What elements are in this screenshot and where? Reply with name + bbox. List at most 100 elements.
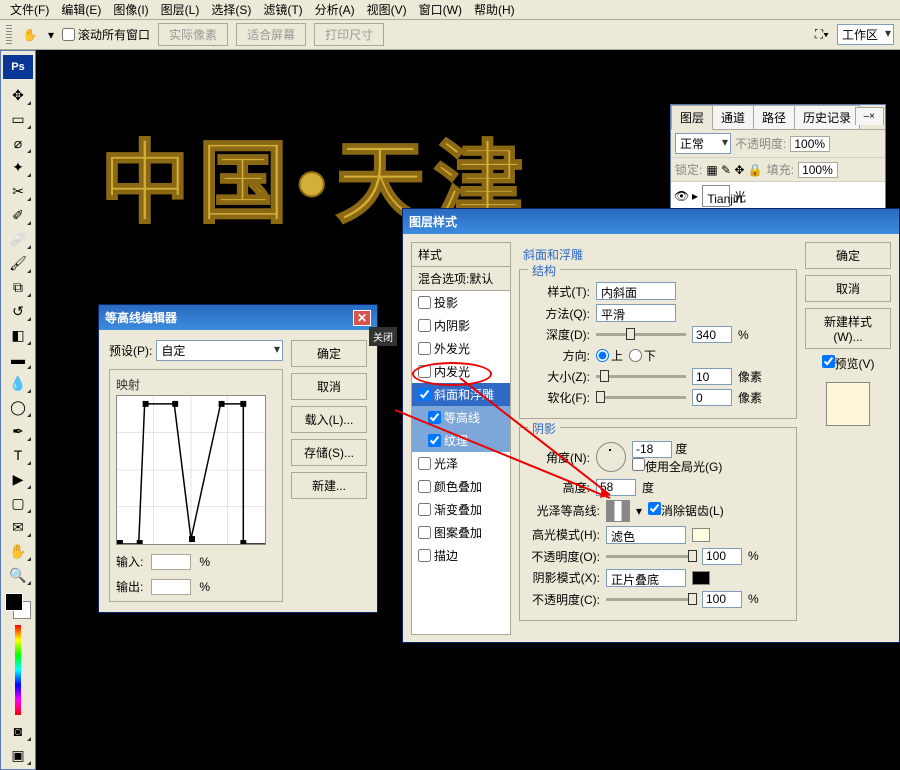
actual-pixels-button[interactable]: 实际像素 — [158, 23, 228, 46]
brush-tool[interactable]: 🖌 — [4, 252, 32, 274]
menu-window[interactable]: 窗口(W) — [413, 0, 468, 20]
lock-icons[interactable]: ▦ ✎ ✥ 🔒 — [706, 163, 762, 177]
soften-input[interactable] — [692, 389, 732, 406]
size-slider[interactable] — [596, 375, 686, 378]
altitude-input[interactable] — [596, 479, 636, 496]
preset-dropdown[interactable]: 自定 — [156, 340, 283, 361]
effect-satin[interactable]: 光泽 — [412, 452, 510, 475]
soften-slider[interactable] — [596, 396, 686, 399]
load-button[interactable]: 载入(L)... — [291, 406, 367, 433]
shape-tool[interactable]: ▢ — [4, 492, 32, 514]
effect-inner-shadow[interactable]: 内阴影 — [412, 314, 510, 337]
crop-tool[interactable]: ✂ — [4, 180, 32, 202]
contour-titlebar[interactable]: 等高线编辑器 ✕ — [99, 305, 377, 330]
history-brush-tool[interactable]: ↺ — [4, 300, 32, 322]
input-value[interactable] — [151, 554, 191, 570]
global-light-checkbox[interactable]: 使用全局光(G) — [632, 460, 722, 474]
contour-graph[interactable] — [116, 395, 266, 545]
blur-tool[interactable]: 💧 — [4, 372, 32, 394]
tab-channels[interactable]: 通道 — [712, 105, 754, 129]
new-button[interactable]: 新建... — [291, 472, 367, 499]
menu-file[interactable]: 文件(F) — [4, 0, 55, 20]
hand-tool[interactable]: ✋ — [4, 540, 32, 562]
close-icon[interactable]: ✕ — [353, 310, 371, 326]
go-bridge-icon[interactable]: ⛶▾ — [815, 27, 829, 42]
lasso-tool[interactable]: ⌀ — [4, 132, 32, 154]
stamp-tool[interactable]: ⧉ — [4, 276, 32, 298]
menu-analysis[interactable]: 分析(A) — [309, 0, 361, 20]
depth-slider[interactable] — [596, 333, 686, 336]
shadow-mode-select[interactable]: 正片叠底 — [606, 569, 686, 587]
effect-outer-glow[interactable]: 外发光 — [412, 337, 510, 360]
heal-tool[interactable]: 🩹 — [4, 228, 32, 250]
path-select-tool[interactable]: ▶ — [4, 468, 32, 490]
menu-filter[interactable]: 滤镜(T) — [257, 0, 308, 20]
print-size-button[interactable]: 打印尺寸 — [314, 23, 384, 46]
cancel-button[interactable]: 取消 — [805, 275, 891, 302]
shadow-color[interactable] — [692, 571, 710, 585]
panel-close-icon[interactable]: –× — [855, 107, 884, 125]
color-swatch[interactable] — [5, 593, 31, 619]
effect-color-overlay[interactable]: 颜色叠加 — [412, 475, 510, 498]
dir-down-radio[interactable]: 下 — [629, 347, 656, 364]
gloss-contour-picker[interactable] — [606, 500, 630, 522]
quickmask-button[interactable]: ◙ — [4, 720, 32, 742]
screenmode-button[interactable]: ▣ — [4, 744, 32, 766]
workspace-dropdown[interactable]: 工作区 — [837, 24, 894, 45]
highlight-opacity-input[interactable] — [702, 548, 742, 565]
menu-edit[interactable]: 编辑(E) — [55, 0, 107, 20]
output-value[interactable] — [151, 579, 191, 595]
scroll-all-checkbox[interactable]: 滚动所有窗口 — [62, 26, 150, 43]
zoom-tool[interactable]: 🔍 — [4, 564, 32, 586]
menu-help[interactable]: 帮助(H) — [468, 0, 521, 20]
fit-screen-button[interactable]: 适合屏幕 — [236, 23, 306, 46]
eyedropper-tool[interactable]: ✐ — [4, 204, 32, 226]
effect-bevel[interactable]: 斜面和浮雕 — [412, 383, 510, 406]
effect-pattern-overlay[interactable]: 图案叠加 — [412, 521, 510, 544]
dodge-tool[interactable]: ◯ — [4, 396, 32, 418]
hand-tool-icon[interactable]: ✋ — [20, 25, 40, 45]
layer-item[interactable]: 👁 ▸ 光 — [671, 182, 885, 211]
preview-checkbox[interactable]: 预览(V) — [805, 355, 891, 372]
ok-button[interactable]: 确定 — [805, 242, 891, 269]
effect-stroke[interactable]: 描边 — [412, 544, 510, 567]
menu-select[interactable]: 选择(S) — [205, 0, 257, 20]
menu-view[interactable]: 视图(V) — [361, 0, 413, 20]
depth-input[interactable] — [692, 326, 732, 343]
ok-button[interactable]: 确定 — [291, 340, 367, 367]
effect-contour[interactable]: 等高线 — [412, 406, 510, 429]
eraser-tool[interactable]: ◧ — [4, 324, 32, 346]
wand-tool[interactable]: ✦ — [4, 156, 32, 178]
type-tool[interactable]: T — [4, 444, 32, 466]
save-button[interactable]: 存储(S)... — [291, 439, 367, 466]
blend-header[interactable]: 混合选项:默认 — [412, 267, 510, 291]
menu-image[interactable]: 图像(I) — [107, 0, 154, 20]
shadow-opacity-slider[interactable] — [606, 598, 696, 601]
dir-up-radio[interactable]: 上 — [596, 347, 623, 364]
opacity-input[interactable]: 100% — [790, 136, 830, 152]
effect-drop-shadow[interactable]: 投影 — [412, 291, 510, 314]
antialias-checkbox[interactable]: 消除锯齿(L) — [648, 502, 724, 519]
technique-select[interactable]: 平滑 — [596, 304, 676, 322]
move-tool[interactable]: ✥ — [4, 84, 32, 106]
cancel-button[interactable]: 取消 — [291, 373, 367, 400]
tab-history[interactable]: 历史记录 — [794, 105, 860, 129]
highlight-mode-select[interactable]: 滤色 — [606, 526, 686, 544]
menu-layer[interactable]: 图层(L) — [155, 0, 206, 20]
marquee-tool[interactable]: ▭ — [4, 108, 32, 130]
angle-input[interactable] — [632, 441, 672, 458]
tab-paths[interactable]: 路径 — [753, 105, 795, 129]
styles-header[interactable]: 样式 — [412, 243, 510, 267]
shadow-opacity-input[interactable] — [702, 591, 742, 608]
tab-layers[interactable]: 图层 — [671, 105, 713, 130]
size-input[interactable] — [692, 368, 732, 385]
eye-icon[interactable]: 👁 — [674, 189, 688, 203]
style-select[interactable]: 内斜面 — [596, 282, 676, 300]
effect-inner-glow[interactable]: 内发光 — [412, 360, 510, 383]
new-style-button[interactable]: 新建样式(W)... — [805, 308, 891, 349]
effect-gradient-overlay[interactable]: 渐变叠加 — [412, 498, 510, 521]
highlight-opacity-slider[interactable] — [606, 555, 696, 558]
blend-mode-dropdown[interactable]: 正常 — [675, 133, 731, 154]
angle-dial[interactable] — [596, 442, 626, 472]
effect-texture[interactable]: 纹理 — [412, 429, 510, 452]
